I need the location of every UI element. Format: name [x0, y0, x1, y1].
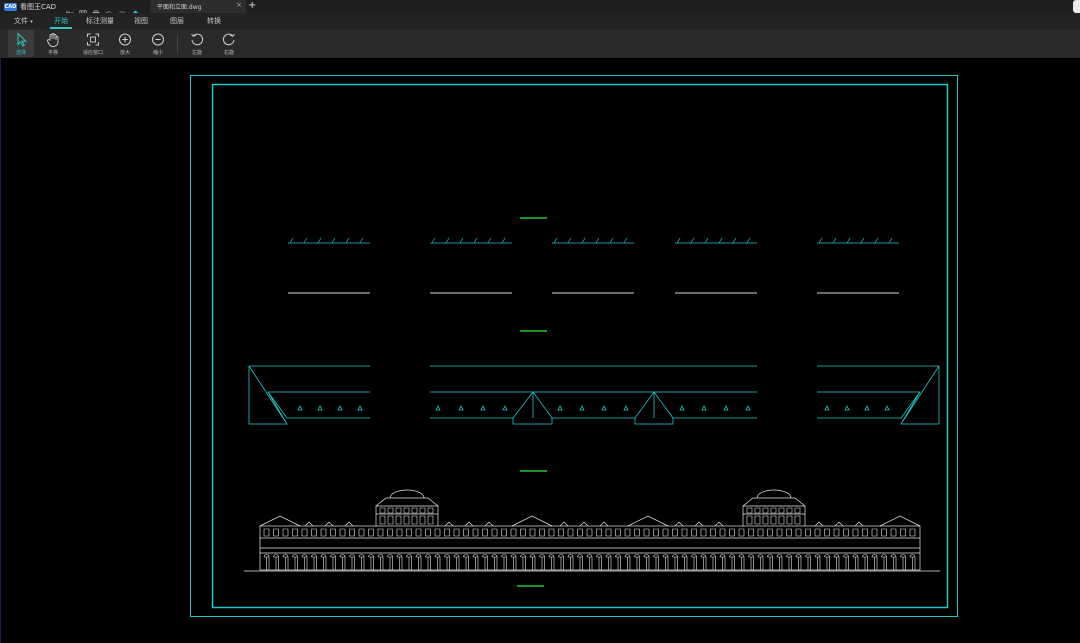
outer-frame: [190, 75, 958, 617]
document-tab-title: 平面和立面.dwg: [157, 4, 202, 11]
hand-icon: [46, 33, 59, 47]
undo-icon[interactable]: [105, 3, 113, 17]
app-logo: CAD 看图王CAD: [0, 0, 60, 13]
ribbon-menu: 文件 ▾ 开始 标注测量 视图 图层 转换: [0, 13, 1080, 29]
open-folder-icon[interactable]: [66, 3, 74, 17]
rotate-left-icon: [191, 33, 204, 46]
close-tab-icon[interactable]: ×: [236, 1, 242, 9]
zoom-in-button[interactable]: 放大: [112, 30, 138, 57]
zoom-out-button[interactable]: 缩小: [145, 30, 171, 57]
print-icon[interactable]: [92, 3, 100, 18]
canvas-edge: [0, 58, 1, 643]
fit-window-icon: [87, 33, 99, 46]
window-control[interactable]: [1073, 0, 1080, 13]
menu-file[interactable]: 文件 ▾: [14, 16, 33, 26]
fit-window-label: 适应窗口: [82, 50, 103, 56]
chevron-down-icon: ▾: [30, 19, 33, 25]
window-pattern: [263, 507, 916, 570]
plan-annotations: [288, 237, 899, 244]
new-tab-icon[interactable]: +: [248, 0, 256, 12]
toolbar-divider: [177, 35, 178, 53]
menu-file-label: 文件: [14, 17, 28, 25]
menu-view[interactable]: 视图: [134, 16, 148, 26]
save-icon[interactable]: [79, 3, 87, 18]
title-bar: CAD 看图王CAD 平面和立面.dwg × +: [0, 0, 1080, 18]
menu-convert[interactable]: 转换: [207, 16, 221, 26]
app-name: 看图王CAD: [20, 2, 57, 11]
rotate-right-icon: [222, 33, 235, 46]
rotate-right-button[interactable]: 右旋: [216, 30, 242, 57]
cursor-icon: [17, 32, 28, 47]
toolbar: 选择 平移 适应窗口 放大 缩小 左旋 右旋: [0, 29, 1080, 58]
elevation-windows: [263, 507, 916, 570]
pan-tool-label: 平移: [47, 50, 58, 56]
zoom-out-icon: [152, 33, 164, 46]
rotate-left-label: 左旋: [191, 50, 202, 56]
zoom-in-icon: [119, 33, 131, 46]
rotate-left-button[interactable]: 左旋: [184, 30, 210, 57]
redo-icon[interactable]: [118, 3, 126, 17]
select-tool-label: 选择: [15, 50, 26, 56]
rotate-right-label: 右旋: [223, 50, 234, 56]
zoom-out-label: 缩小: [152, 50, 163, 56]
menu-annotate-measure[interactable]: 标注测量: [86, 16, 114, 26]
fit-window-button[interactable]: 适应窗口: [80, 30, 106, 57]
menu-layer[interactable]: 图层: [170, 16, 184, 26]
logo-icon: CAD: [4, 2, 17, 11]
drawing-canvas[interactable]: [0, 58, 1080, 643]
roof-plan: [248, 365, 940, 425]
pan-tool-button[interactable]: 平移: [40, 30, 66, 57]
home-icon[interactable]: [131, 3, 140, 17]
document-tab[interactable]: 平面和立面.dwg ×: [150, 0, 246, 13]
quick-access-toolbar: [66, 3, 140, 18]
zoom-in-label: 放大: [119, 50, 130, 56]
menu-start[interactable]: 开始: [54, 16, 68, 26]
cad-drawing: [190, 75, 958, 617]
select-tool-button[interactable]: 选择: [8, 30, 34, 57]
